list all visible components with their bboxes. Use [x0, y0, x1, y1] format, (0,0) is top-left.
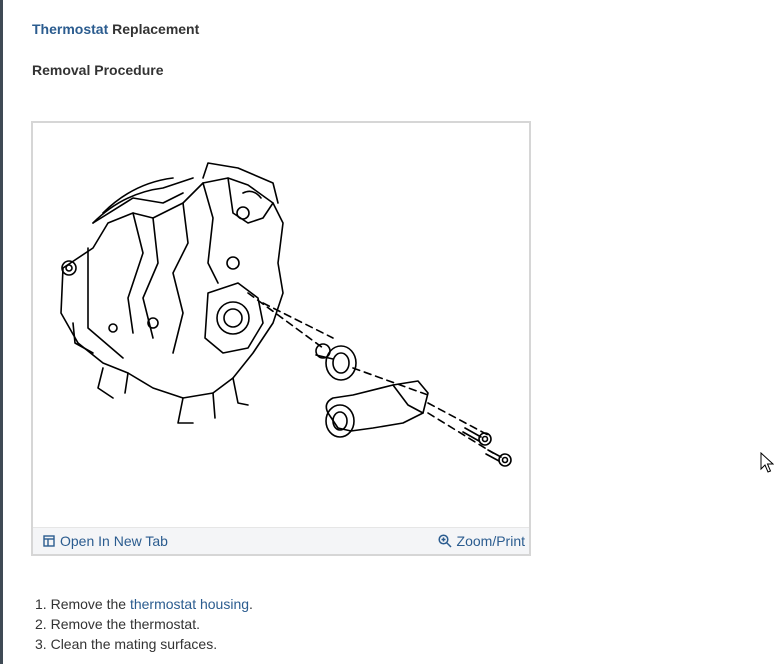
magnifier-plus-icon: [437, 534, 452, 548]
open-in-new-tab-icon: [43, 535, 55, 547]
procedure-steps: 1. Remove the thermostat housing. 2. Rem…: [35, 594, 253, 654]
page-title-rest: Replacement: [108, 21, 200, 37]
zoom-print-button[interactable]: Zoom/Print: [437, 533, 525, 549]
window-edge: [0, 0, 3, 664]
page-title: Thermostat Replacement: [32, 21, 199, 37]
open-in-new-tab-label: Open In New Tab: [60, 533, 168, 549]
figure-container: Open In New Tab Zoom/Print: [31, 121, 531, 556]
thermostat-link[interactable]: Thermostat: [32, 21, 108, 37]
list-item: 1. Remove the thermostat housing.: [35, 596, 253, 612]
figure-toolbar: Open In New Tab Zoom/Print: [33, 527, 529, 554]
thermostat-housing-link[interactable]: thermostat housing: [130, 596, 249, 612]
list-item: 3. Clean the mating surfaces.: [35, 636, 218, 652]
engine-diagram-image[interactable]: [33, 123, 529, 528]
mouse-pointer-icon: [760, 452, 774, 473]
list-item: 2. Remove the thermostat.: [35, 616, 200, 632]
section-heading: Removal Procedure: [32, 62, 164, 78]
zoom-print-label: Zoom/Print: [456, 533, 525, 549]
open-in-new-tab-button[interactable]: Open In New Tab: [43, 533, 168, 549]
